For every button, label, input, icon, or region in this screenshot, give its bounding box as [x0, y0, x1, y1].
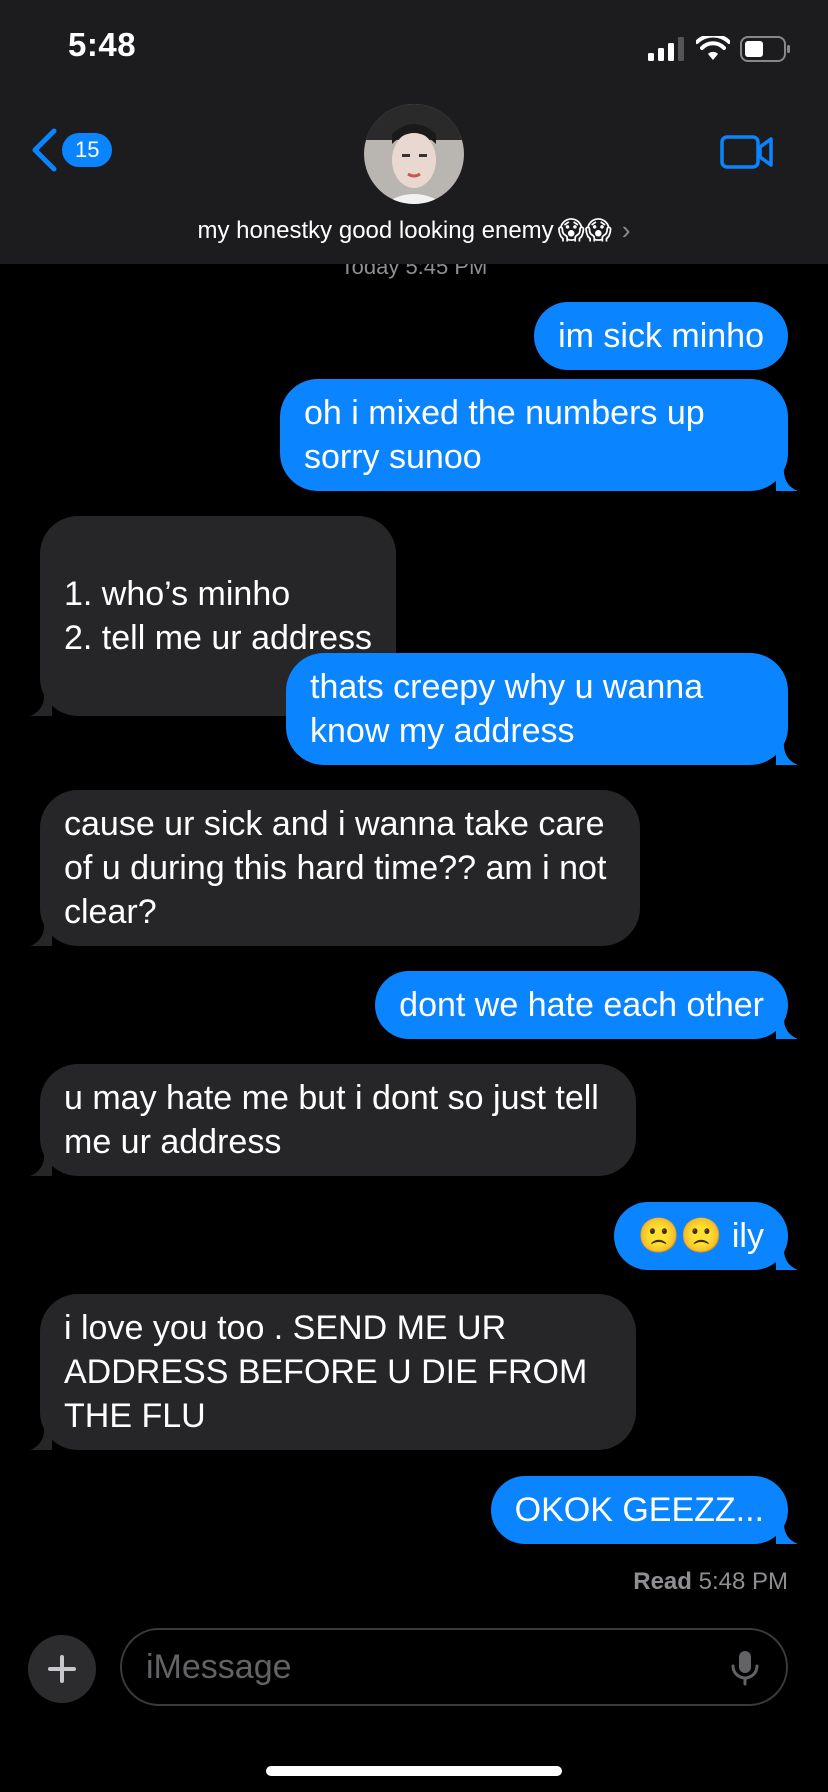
message-text: 1. who’s minho 2. tell me ur address: [64, 575, 373, 657]
message-text: 🙁🙁 ily: [637, 1217, 764, 1255]
apps-plus-button[interactable]: [28, 1635, 96, 1703]
message-text: i love you too . SEND ME UR ADDRESS BEFO…: [64, 1309, 588, 1435]
message-bubble-sent[interactable]: dont we hate each other: [375, 971, 798, 1039]
imessage-input[interactable]: [120, 1628, 788, 1706]
battery-icon: [740, 36, 790, 62]
read-receipt: Read 5:48 PM: [633, 1568, 788, 1596]
status-time: 5:48: [68, 26, 137, 63]
message-text: u may hate me but i dont so just tell me…: [64, 1079, 599, 1161]
microphone-icon: [731, 1651, 759, 1686]
contact-emoji: 😱😱: [557, 215, 612, 245]
read-time: 5:48 PM: [698, 1568, 788, 1595]
bubble-tail: [776, 1013, 798, 1039]
message-bubble-sent[interactable]: 🙁🙁 ily: [613, 1202, 798, 1270]
message-text: oh i mixed the numbers up sorry sunoo: [304, 394, 705, 476]
signal-icon: [648, 37, 684, 61]
bubble-tail: [30, 1424, 52, 1450]
back-button[interactable]: 15: [30, 128, 113, 172]
status-icons: [648, 36, 792, 62]
message-text: OKOK GEEZZ...: [514, 1491, 764, 1529]
home-indicator[interactable]: [266, 1766, 562, 1776]
contact-name: my honestky good looking enemy: [197, 216, 554, 244]
message-bubble-received[interactable]: i love you too . SEND ME UR ADDRESS BEFO…: [30, 1294, 636, 1450]
contact-avatar[interactable]: [364, 104, 464, 204]
chevron-right-icon: ›: [621, 215, 631, 245]
bubble-tail: [30, 690, 52, 716]
message-bubble-sent[interactable]: im sick minho: [534, 302, 788, 370]
contact-name-button[interactable]: my honestky good looking enemy 😱😱 ›: [0, 215, 828, 246]
message-bubble-sent[interactable]: OKOK GEEZZ...: [490, 1476, 798, 1544]
video-call-icon: [720, 135, 773, 169]
wifi-icon: [696, 36, 730, 60]
bubble-tail: [30, 920, 52, 946]
unread-count-badge: 15: [62, 133, 113, 167]
conversation-header: 5:48 15 my honestky good looking enemy 😱…: [0, 0, 828, 264]
bubble-tail: [776, 1244, 798, 1270]
bubble-tail: [776, 1518, 798, 1544]
message-text: dont we hate each other: [399, 986, 764, 1024]
bubble-tail: [776, 739, 798, 765]
message-bubble-received[interactable]: u may hate me but i dont so just tell me…: [30, 1064, 636, 1176]
message-bubble-received[interactable]: cause ur sick and i wanna take care of u…: [30, 790, 640, 946]
message-bubble-sent[interactable]: oh i mixed the numbers up sorry sunoo: [280, 379, 798, 491]
message-text: im sick minho: [558, 317, 764, 355]
read-label: Read: [633, 1568, 692, 1595]
facetime-video-button[interactable]: [720, 134, 774, 175]
bubble-tail: [30, 1150, 52, 1176]
message-bubble-sent[interactable]: thats creepy why u wanna know my address: [286, 653, 798, 765]
back-chevron-icon: [32, 128, 57, 172]
plus-icon: [48, 1655, 76, 1683]
avatar-photo-icon: [364, 104, 464, 204]
message-text: cause ur sick and i wanna take care of u…: [64, 805, 607, 931]
dictation-button[interactable]: [730, 1650, 760, 1691]
bubble-tail: [776, 465, 798, 491]
message-text: thats creepy why u wanna know my address: [310, 668, 704, 750]
